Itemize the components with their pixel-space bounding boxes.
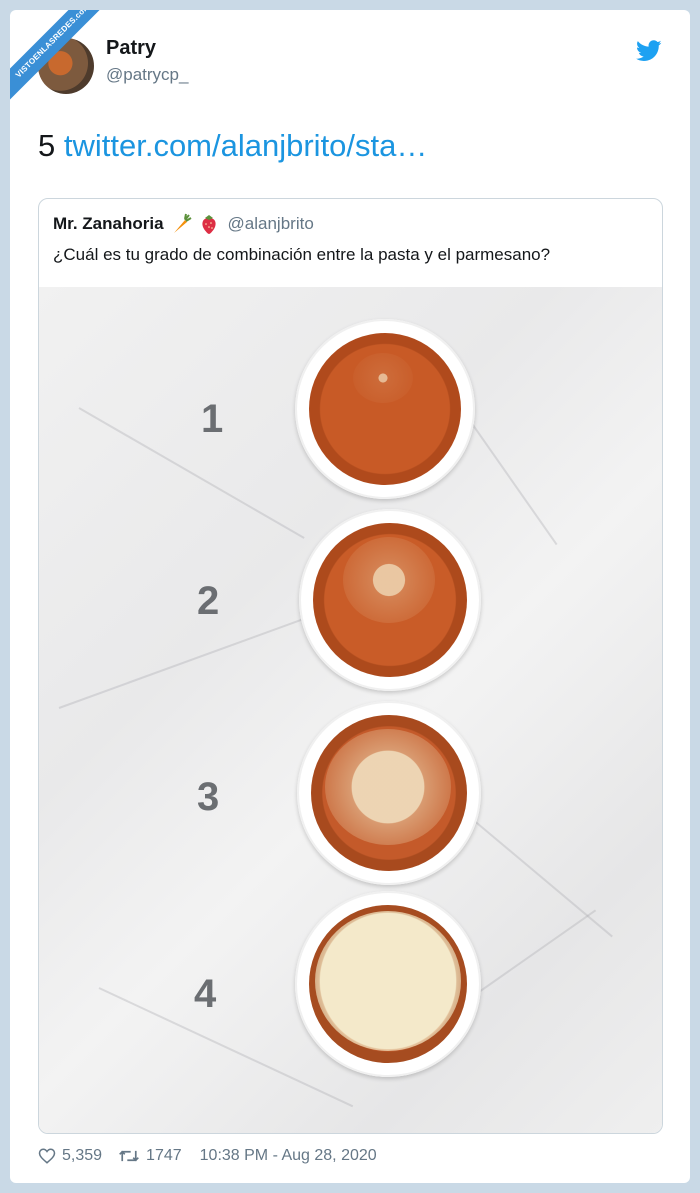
quoted-text: ¿Cuál es tu grado de combinación entre l…: [53, 245, 551, 264]
tweet-prefix: 5: [38, 128, 64, 163]
level-label-2: 2: [197, 579, 220, 623]
quoted-tweet[interactable]: Mr. Zanahoria @alanjbrito ¿Cuál es tu gr…: [38, 198, 663, 1134]
tweet-timestamp[interactable]: 10:38 PM - Aug 28, 2020: [200, 1147, 377, 1165]
retweet-icon[interactable]: [118, 1147, 140, 1165]
like-count[interactable]: 5,359: [62, 1147, 102, 1165]
parmesan-topping-4: [315, 911, 461, 1051]
heart-icon[interactable]: [38, 1147, 56, 1165]
tweet-footer: 5,359 1747 10:38 PM - Aug 28, 2020: [38, 1147, 377, 1165]
retweet-count[interactable]: 1747: [146, 1147, 182, 1165]
parmesan-topping-3: [325, 729, 451, 845]
author-handle[interactable]: @patrycp_: [106, 65, 188, 85]
tweet-text: 5 twitter.com/alanjbrito/sta…: [38, 128, 427, 164]
quoted-link[interactable]: twitter.com/alanjbrito/sta…: [64, 128, 428, 163]
pasta-photo[interactable]: 1 2 3 4: [39, 287, 662, 1133]
pasta-bowl-1: [295, 319, 475, 499]
author-name[interactable]: Patry: [106, 37, 156, 60]
strawberry-icon: [201, 215, 216, 234]
pasta-bowl-4: [295, 891, 481, 1077]
twitter-bird-icon[interactable]: [636, 40, 662, 62]
quoted-author-handle[interactable]: @alanjbrito: [228, 214, 314, 234]
carrot-icon: [173, 213, 192, 233]
level-label-1: 1: [201, 397, 224, 441]
level-label-4: 4: [194, 972, 217, 1016]
tweet-card: VISTOENLASREDES.com Patry @patrycp_ 5 tw…: [10, 10, 690, 1183]
pasta-bowl-3: [297, 701, 481, 885]
quoted-header: Mr. Zanahoria @alanjbrito: [53, 213, 314, 235]
quoted-author-name[interactable]: Mr. Zanahoria: [53, 214, 164, 234]
parmesan-topping-1: [353, 353, 413, 403]
parmesan-topping-2: [343, 537, 435, 623]
pasta-bowl-2: [299, 509, 481, 691]
level-label-3: 3: [197, 775, 220, 819]
